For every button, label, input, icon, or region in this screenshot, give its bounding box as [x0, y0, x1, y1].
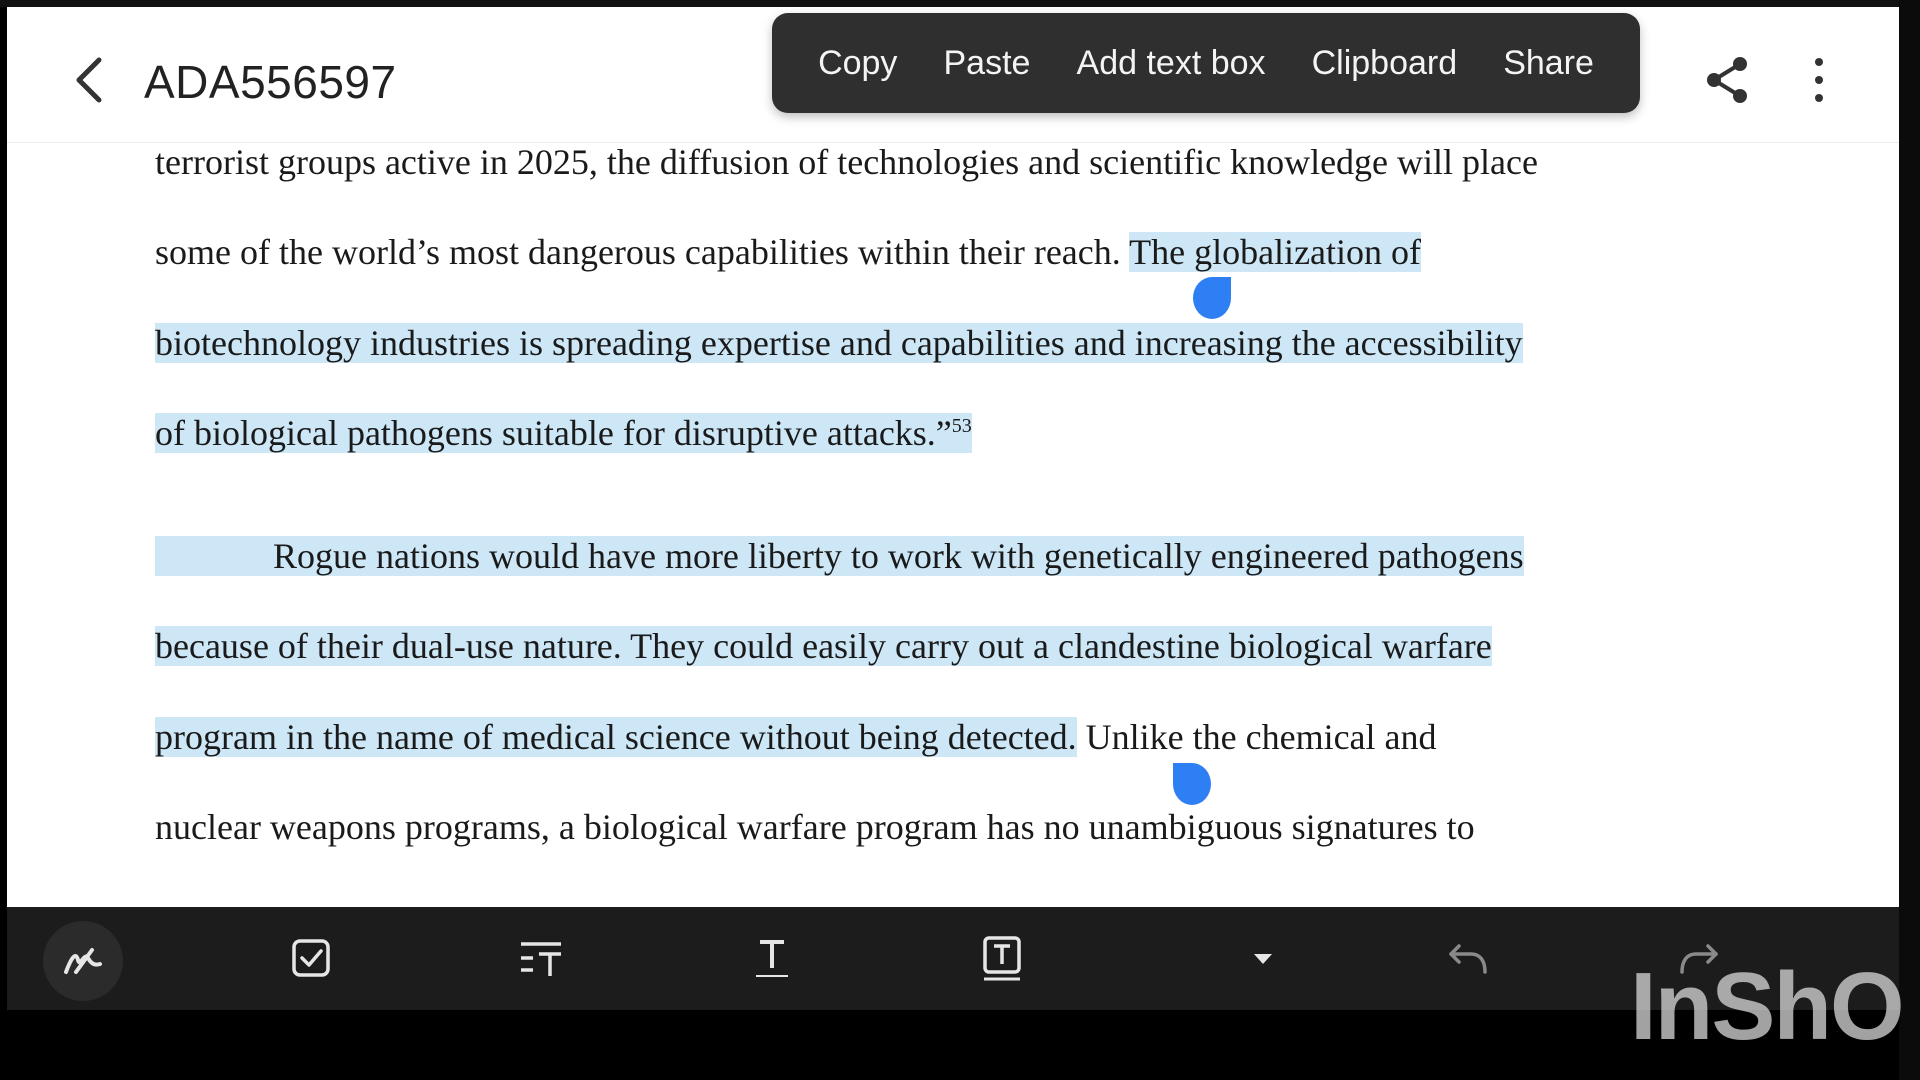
text-line: nuclear weapons programs, a biological w…: [155, 800, 1475, 854]
undo-icon: [1449, 944, 1487, 974]
text-button[interactable]: [741, 927, 803, 989]
text-selection-menu: Copy Paste Add text box Clipboard Share: [772, 13, 1640, 113]
undo-button[interactable]: [1438, 927, 1500, 989]
text-line: biotechnology industries is spreading ex…: [155, 316, 1523, 370]
top-strip: [0, 0, 1920, 7]
selected-text: biotechnology industries is spreading ex…: [155, 323, 1523, 363]
chevron-left-icon: [76, 57, 102, 103]
text-icon: [756, 940, 788, 977]
text-line: of biological pathogens suitable for dis…: [155, 406, 972, 460]
selected-text: because of their dual-use nature. They c…: [155, 626, 1492, 666]
text-line: terrorist groups active in 2025, the dif…: [155, 135, 1538, 189]
text-line: Rogue nations would have more liberty to…: [155, 529, 1524, 583]
more-tools-dropdown[interactable]: [1232, 927, 1294, 989]
text-align-button[interactable]: [510, 927, 572, 989]
clipboard-menu-item[interactable]: Clipboard: [1312, 44, 1458, 83]
bottom-toolbar: [7, 907, 1899, 1010]
selection-start-handle[interactable]: [1193, 277, 1231, 319]
more-options-button[interactable]: [1803, 52, 1835, 108]
text-box-icon: [983, 936, 1021, 981]
selected-text: program in the name of medical science w…: [155, 717, 1077, 757]
text-run: terrorist groups active in 2025, the dif…: [155, 142, 1538, 182]
back-button[interactable]: [65, 50, 115, 110]
text-run: of biological pathogens suitable for dis…: [155, 413, 952, 453]
dropdown-arrow-icon: [1254, 954, 1272, 964]
more-vertical-icon: [1815, 58, 1823, 102]
text-line: program in the name of medical science w…: [155, 710, 1437, 764]
selected-text: The globalization of: [1129, 232, 1422, 272]
text-run: some of the world’s most dangerous capab…: [155, 232, 1130, 272]
text-run: Unlike the chemical and: [1076, 717, 1437, 757]
document-viewer: ADA556597 Copy Paste Add text box Clipbo…: [7, 7, 1899, 907]
text-run: Rogue nations would have more liberty to…: [273, 536, 1524, 576]
add-text-box-menu-item[interactable]: Add text box: [1077, 44, 1266, 83]
text-run: nuclear weapons programs, a biological w…: [155, 807, 1475, 847]
copy-menu-item[interactable]: Copy: [818, 44, 897, 83]
pen-icon: [64, 948, 102, 974]
share-button[interactable]: [1700, 52, 1756, 108]
share-menu-item[interactable]: Share: [1503, 44, 1594, 83]
selection-end-handle[interactable]: [1173, 763, 1211, 805]
text-line: some of the world’s most dangerous capab…: [155, 225, 1422, 279]
checkbox-button[interactable]: [280, 927, 342, 989]
text-box-button[interactable]: [971, 927, 1033, 989]
document-title: ADA556597: [144, 56, 397, 108]
selected-text: Rogue nations would have more liberty to…: [155, 536, 1524, 576]
share-icon: [1707, 57, 1747, 103]
checkbox-icon: [292, 939, 330, 977]
paste-menu-item[interactable]: Paste: [944, 44, 1031, 83]
right-strip: [1899, 0, 1920, 1080]
footnote-number: 53: [951, 415, 972, 437]
watermark-logo: InShO: [1630, 953, 1905, 1060]
selected-text: of biological pathogens suitable for dis…: [155, 413, 972, 453]
pen-button[interactable]: [43, 921, 123, 1001]
text-align-icon: [521, 942, 561, 976]
text-line: because of their dual-use nature. They c…: [155, 619, 1492, 673]
